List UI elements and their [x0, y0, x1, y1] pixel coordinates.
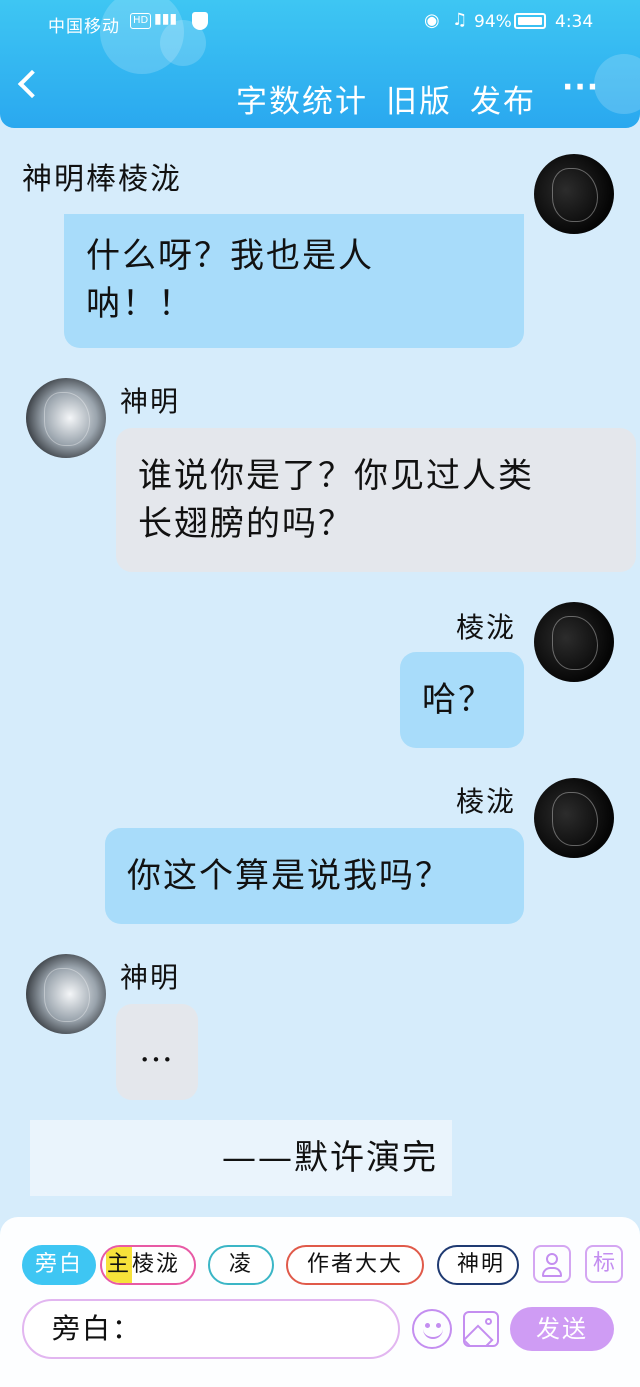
chat-title: 神明棒棱泷 [22, 162, 182, 197]
person-body [542, 1267, 562, 1277]
role-chip-shenming[interactable]: 神明 [437, 1245, 519, 1285]
avatar[interactable] [26, 954, 106, 1034]
message-bubble[interactable]: … [116, 1004, 198, 1100]
message-text: 你这个算是说我吗？ [127, 856, 451, 896]
shield-icon [192, 12, 208, 30]
more-icon[interactable]: ··· [562, 70, 599, 105]
message-bubble[interactable]: 哈？ [400, 652, 524, 748]
role-chip-main[interactable]: 主棱泷 [100, 1245, 196, 1285]
role-chip-author[interactable]: 作者大大 [286, 1245, 424, 1285]
image-mountain [465, 1324, 494, 1345]
carrier-name: 中国移动 [48, 17, 120, 37]
narration-line[interactable]: ——默许演完 [30, 1120, 452, 1196]
battery-percent: 94% [474, 12, 512, 32]
emoji-icon[interactable] [412, 1309, 452, 1349]
decorative-bubble [594, 54, 640, 114]
avatar[interactable] [26, 378, 106, 458]
sender-name: 神明 [120, 961, 181, 994]
nav-actions: 字数统计 旧版 发布 [236, 76, 554, 121]
publish-button[interactable]: 发布 [470, 84, 536, 120]
person-head [546, 1253, 558, 1265]
message-text: 哈？ [422, 680, 494, 720]
message-input[interactable]: 旁白： [22, 1299, 400, 1359]
role-chip-narrator[interactable]: 旁白 [22, 1245, 96, 1285]
mark-icon[interactable]: 标 [585, 1245, 623, 1283]
input-panel: 旁白 主棱泷 凌 作者大大 神明 标 旁白： 发送 [0, 1217, 640, 1387]
back-icon[interactable] [17, 69, 47, 99]
message-text: 长翅膀的吗？ [138, 504, 354, 544]
message-text: 呐！！ [86, 284, 194, 324]
status-bar: 中国移动 HD ▮▮▮ ◉ ♫ 94% 4:34 [0, 0, 640, 44]
message-bubble[interactable]: 谁说你是了？你见过人类 长翅膀的吗？ [116, 428, 636, 572]
clock: 4:34 [555, 12, 594, 32]
message-bubble[interactable]: 你这个算是说我吗？ [105, 828, 524, 924]
signal-icon: ▮▮▮ [154, 11, 178, 27]
image-icon[interactable] [463, 1311, 499, 1347]
sender-name: 棱泷 [456, 785, 517, 818]
emoji-mouth [423, 1327, 443, 1339]
role-chip-label: 棱泷 [132, 1252, 181, 1277]
old-version-button[interactable]: 旧版 [386, 84, 452, 120]
sender-name: 神明 [120, 385, 181, 418]
person-icon[interactable] [533, 1245, 571, 1283]
avatar[interactable] [534, 154, 614, 234]
eye-icon: ◉ [424, 10, 440, 31]
image-sun [485, 1318, 492, 1325]
message-bubble[interactable]: 什么呀？我也是人 呐！！ [64, 214, 524, 348]
message-text: 什么呀？我也是人 [86, 236, 374, 276]
avatar[interactable] [534, 602, 614, 682]
hd-badge: HD [130, 13, 152, 29]
bell-muted-icon: ♫ [452, 10, 468, 30]
message-text: … [139, 1030, 175, 1070]
send-button[interactable]: 发送 [510, 1307, 614, 1351]
word-count-button[interactable]: 字数统计 [236, 84, 368, 120]
main-tag: 主 [106, 1247, 133, 1283]
battery-icon [514, 13, 546, 29]
sender-name: 棱泷 [456, 611, 517, 644]
app-header: 中国移动 HD ▮▮▮ ◉ ♫ 94% 4:34 字数统计 旧版 发布 ··· [0, 0, 640, 128]
message-text: 谁说你是了？你见过人类 [138, 456, 534, 496]
avatar[interactable] [534, 778, 614, 858]
role-chip-ling[interactable]: 凌 [208, 1245, 274, 1285]
